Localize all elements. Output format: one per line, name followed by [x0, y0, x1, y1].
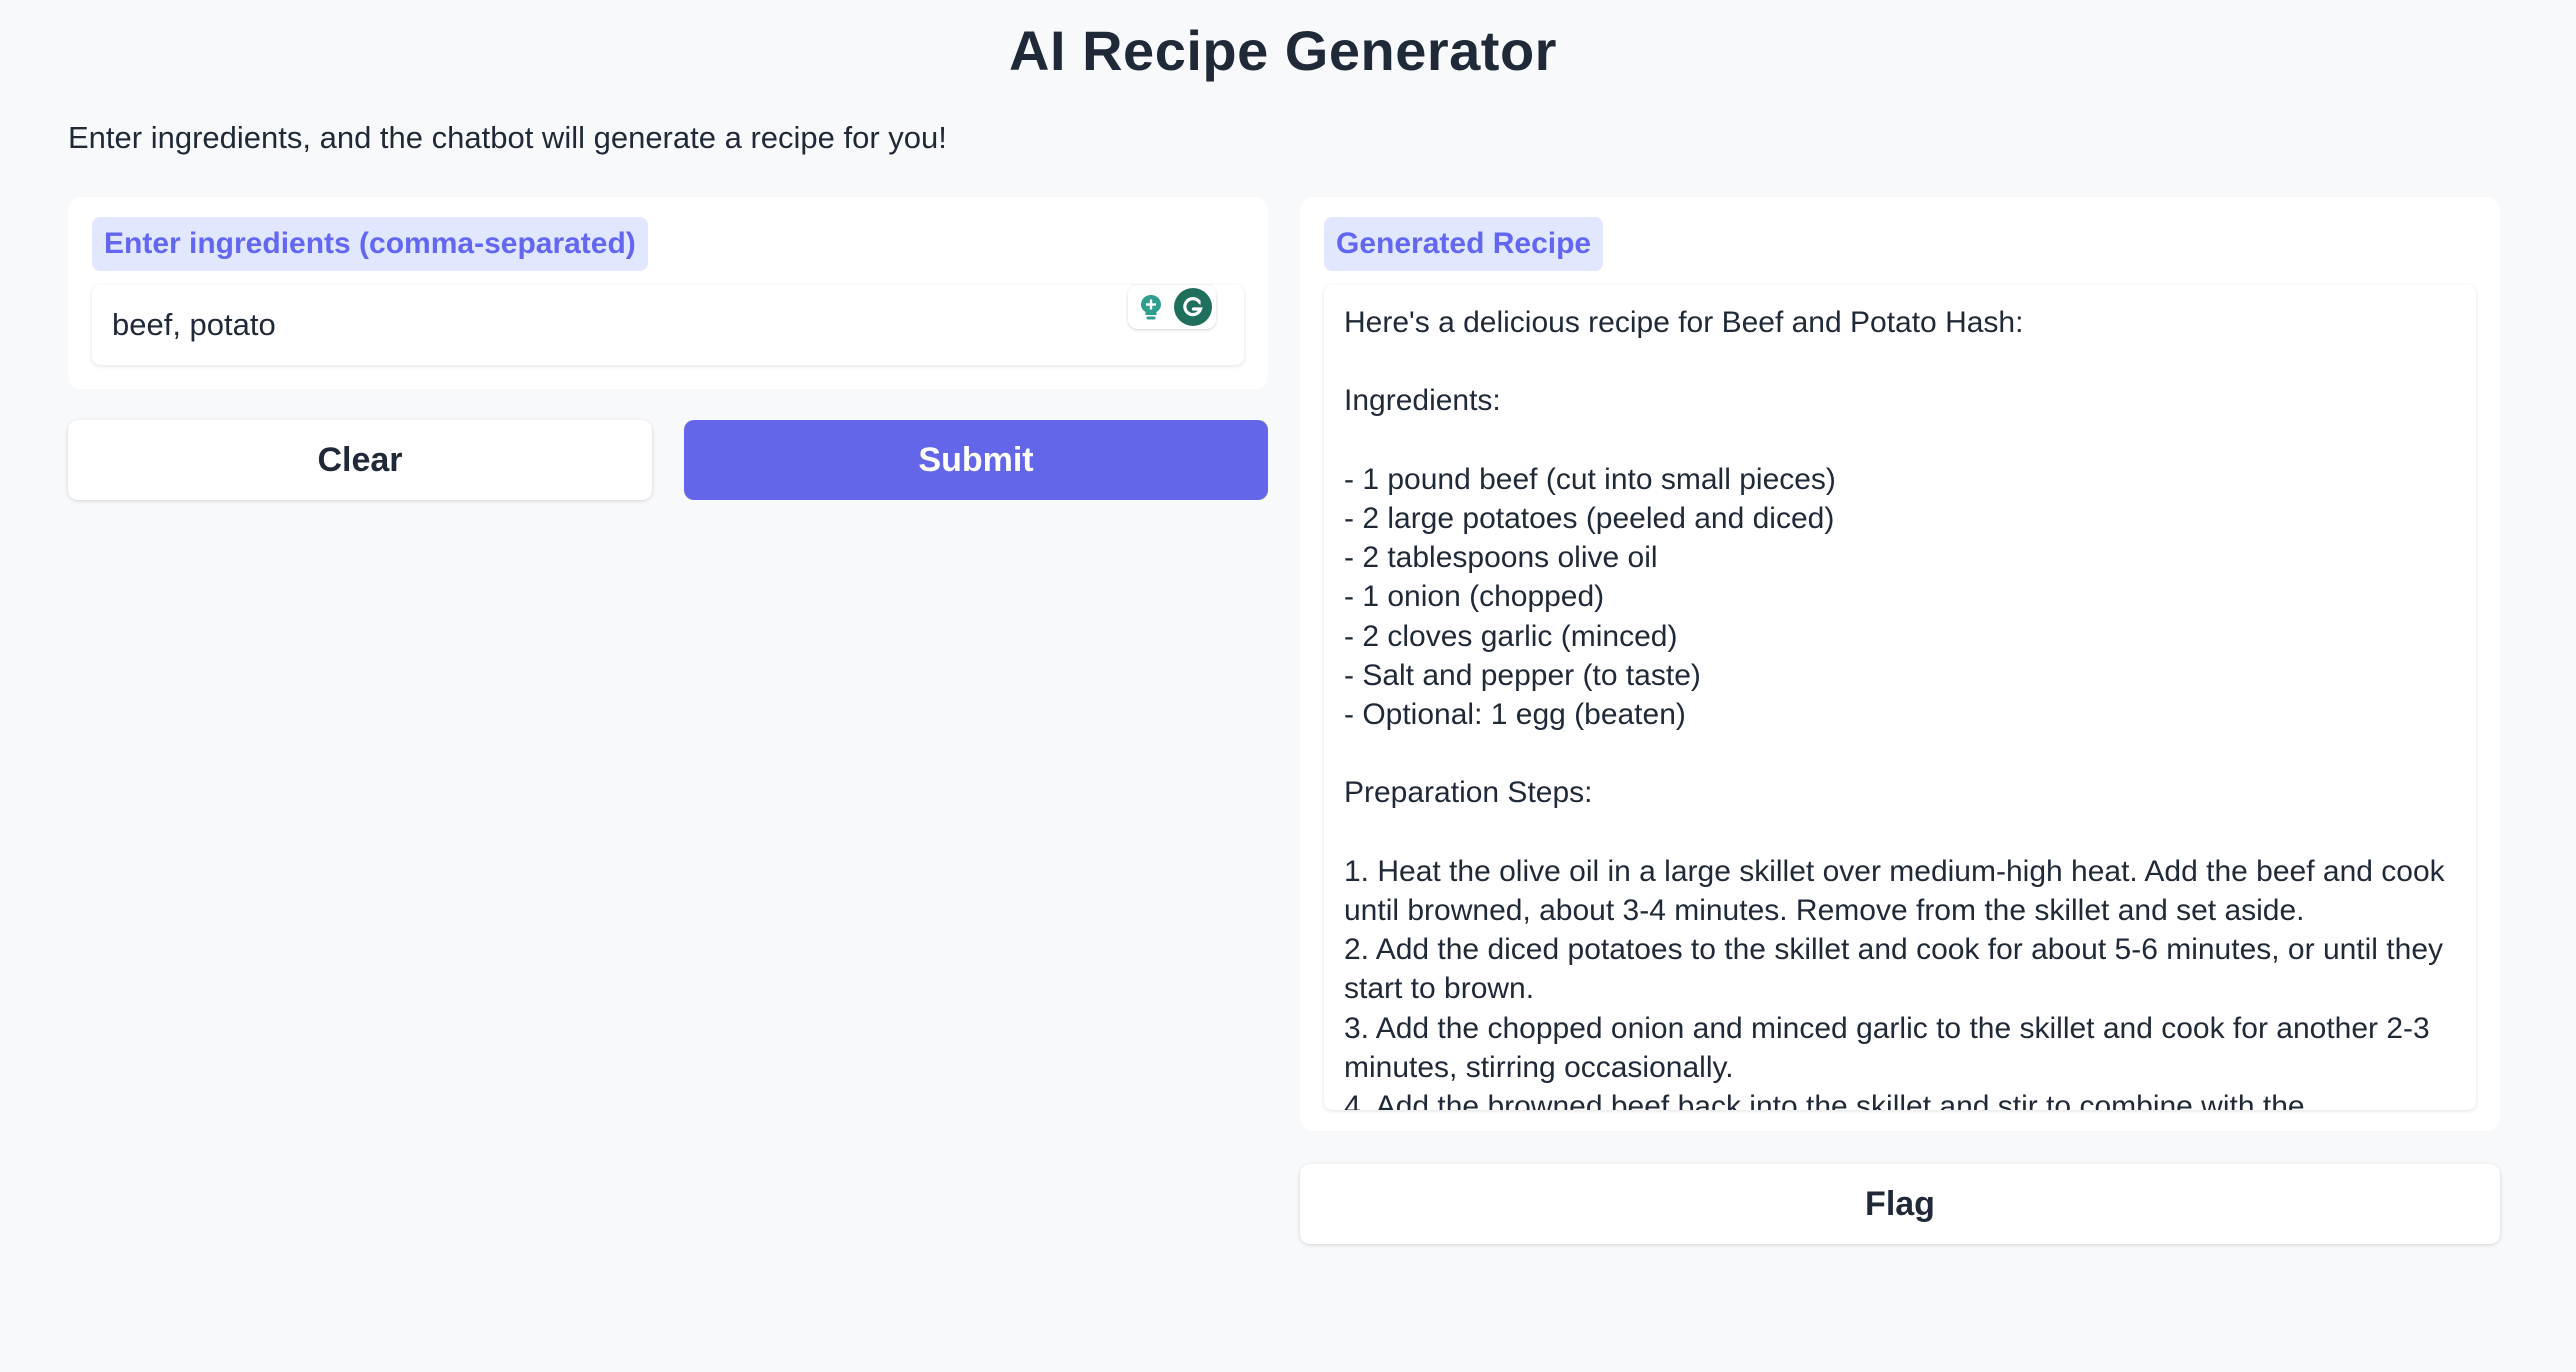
recipe-output[interactable]: Here's a delicious recipe for Beef and P…: [1324, 285, 2476, 1110]
recipe-label: Generated Recipe: [1324, 217, 1604, 271]
ingredients-panel: Enter ingredients (comma-separated) beef…: [68, 197, 1268, 389]
app-description: Enter ingredients, and the chatbot will …: [68, 120, 947, 155]
page-title: AI Recipe Generator: [1009, 19, 1557, 82]
recipe-panel: Generated Recipe Here's a delicious reci…: [1300, 197, 2500, 1131]
lightbulb-plus-icon[interactable]: [1132, 288, 1170, 326]
extension-icons: [1128, 285, 1216, 329]
ingredients-input[interactable]: beef, potato: [92, 285, 1244, 365]
grammarly-icon[interactable]: [1174, 288, 1212, 326]
flag-button[interactable]: Flag: [1300, 1164, 2500, 1244]
ingredients-input-value: beef, potato: [112, 307, 276, 342]
clear-button[interactable]: Clear: [68, 420, 652, 500]
ingredients-label: Enter ingredients (comma-separated): [92, 217, 648, 271]
submit-button[interactable]: Submit: [684, 420, 1268, 500]
